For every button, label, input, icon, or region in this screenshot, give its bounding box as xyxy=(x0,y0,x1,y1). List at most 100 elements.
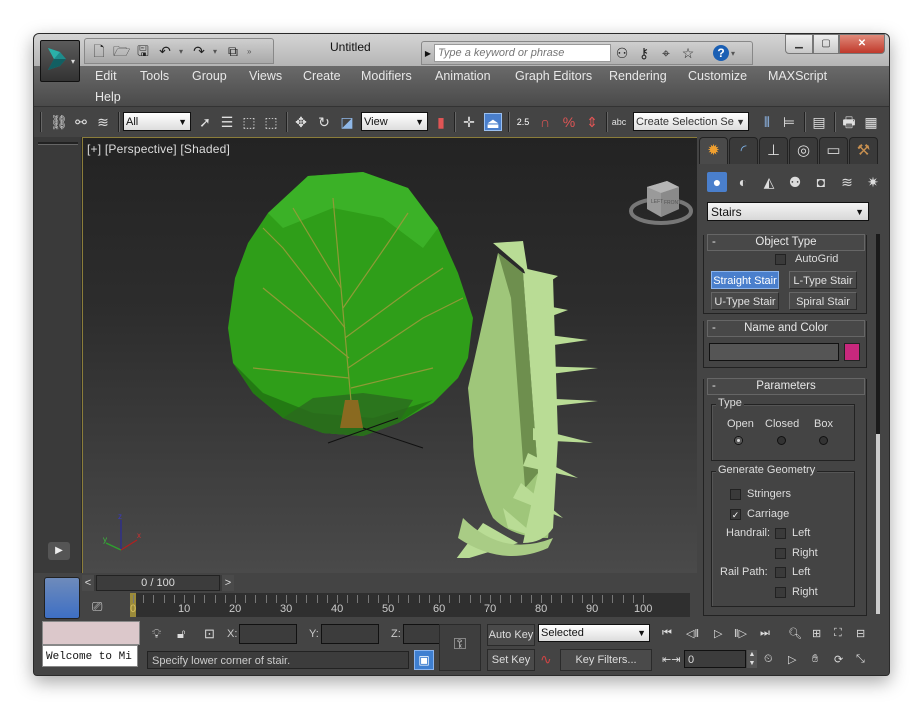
object-color-swatch[interactable] xyxy=(844,343,860,361)
name-and-color-header[interactable]: - Name and Color xyxy=(707,320,865,337)
spinner-snap-icon[interactable]: ⇕ xyxy=(583,113,601,131)
menu-help[interactable]: Help xyxy=(95,90,121,104)
key-filters-button[interactable]: Key Filters... xyxy=(560,649,652,671)
set-key-big-button[interactable]: ⚿ xyxy=(439,624,481,671)
layer-manager-icon[interactable]: ▤ xyxy=(810,113,828,131)
absolute-mode-icon[interactable]: ⊡ xyxy=(204,626,215,642)
straight-stair-button[interactable]: Straight Stair xyxy=(711,271,779,289)
align-icon[interactable]: ⊨ xyxy=(780,113,798,131)
help-icon[interactable]: ? xyxy=(713,45,729,61)
lights-icon[interactable]: ◭ xyxy=(759,172,779,192)
spiral-stair-object[interactable] xyxy=(443,238,643,558)
viewcube-front-face[interactable]: FRONT xyxy=(664,200,681,206)
isolate-bulb-icon[interactable]: 💡︎ xyxy=(152,626,161,642)
zoom-extents-all-icon[interactable]: ⊟ xyxy=(856,627,865,640)
rotate-icon[interactable]: ↻ xyxy=(315,113,333,131)
play-icon[interactable]: ▷ xyxy=(714,627,722,640)
orbit-icon[interactable]: ⟳ xyxy=(834,653,843,666)
hierarchy-tab[interactable]: ⊥ xyxy=(759,137,788,164)
handrail-left-checkbox[interactable] xyxy=(775,528,786,539)
menu-graph-editors[interactable]: Graph Editors xyxy=(515,69,592,83)
menu-tools[interactable]: Tools xyxy=(140,69,169,83)
selection-filter-dropdown[interactable]: All ▼ xyxy=(123,112,191,131)
key-mode-toggle-icon[interactable]: ⇤⇥ xyxy=(662,653,680,666)
snaps-toggle-icon[interactable]: 2.5 xyxy=(514,113,532,131)
new-file-icon[interactable]: 🗋 xyxy=(91,43,107,59)
scrollbar-thumb[interactable] xyxy=(876,434,880,614)
select-by-name-icon[interactable]: ☰ xyxy=(218,113,236,131)
default-tangent-icon[interactable]: ∿ xyxy=(540,651,552,668)
maxscript-listener-input[interactable]: Welcome to Mi xyxy=(42,645,138,667)
current-frame-field[interactable]: 0 xyxy=(684,650,746,668)
display-tab[interactable]: ▭ xyxy=(819,137,848,164)
viewcube-left-face[interactable]: LEFT xyxy=(651,199,663,205)
search-expand-icon[interactable]: ▶ xyxy=(422,49,434,58)
handrail-right-checkbox[interactable] xyxy=(775,548,786,559)
search-input[interactable] xyxy=(434,44,611,62)
viewcube[interactable]: LEFT FRONT xyxy=(629,173,693,229)
material-editor-icon[interactable]: ▦ xyxy=(862,113,880,131)
pan-view-icon[interactable]: ✋︎ xyxy=(812,653,818,666)
key-mode-dropdown[interactable]: Selected ▼ xyxy=(538,624,650,642)
auto-key-button[interactable]: Auto Key xyxy=(487,624,535,646)
undo-icon[interactable]: ↶ xyxy=(157,43,173,59)
y-coord-field[interactable] xyxy=(321,624,379,644)
save-icon[interactable]: 🖫 xyxy=(135,43,151,59)
create-tab[interactable]: ✹ xyxy=(699,137,728,164)
menu-maxscript[interactable]: MAXScript xyxy=(768,69,827,83)
rect-region-icon[interactable]: ⬚ xyxy=(240,113,258,131)
go-to-end-icon[interactable]: ⏭ xyxy=(760,627,770,640)
redo-dropdown-icon[interactable]: ▾ xyxy=(213,47,219,56)
selection-mode-button[interactable]: ▣ xyxy=(414,650,434,670)
undo-dropdown-icon[interactable]: ▾ xyxy=(179,47,185,56)
menu-create[interactable]: Create xyxy=(303,69,341,83)
selection-lock-icon[interactable]: 🔓︎ xyxy=(177,626,185,642)
u-type-stair-button[interactable]: U-Type Stair xyxy=(711,292,779,310)
more-icon[interactable]: » xyxy=(247,47,253,56)
command-panel-scrollbar[interactable] xyxy=(876,234,880,614)
time-config-icon[interactable]: ⏲ xyxy=(764,653,773,666)
close-button[interactable]: ✕ xyxy=(839,34,885,54)
curve-editor-toggle-icon[interactable]: ⎚ xyxy=(92,599,102,615)
toolbar-grip[interactable] xyxy=(40,112,42,132)
angle-snap-icon[interactable]: ∩ xyxy=(536,113,554,131)
select-object-icon[interactable]: ➚ xyxy=(196,113,214,131)
reference-coord-dropdown[interactable]: View ▼ xyxy=(361,112,428,131)
space-warps-icon[interactable]: ≋ xyxy=(837,172,857,192)
field-of-view-icon[interactable]: ▷ xyxy=(788,653,796,666)
move-icon[interactable]: ✥ xyxy=(292,113,310,131)
star-icon[interactable]: ☆ xyxy=(677,45,699,62)
menu-rendering[interactable]: Rendering xyxy=(609,69,667,83)
expand-panel-button[interactable]: ▶ xyxy=(48,542,70,560)
viewport-pov-menu[interactable]: [Perspective] xyxy=(105,142,177,156)
maximize-button[interactable]: ▢ xyxy=(813,34,839,54)
bind-space-warp-icon[interactable]: ≋ xyxy=(94,113,112,131)
object-name-input[interactable] xyxy=(709,343,839,361)
key-icon[interactable]: ⚷ xyxy=(633,45,655,62)
zoom-extents-icon[interactable]: ⛶ xyxy=(834,627,842,640)
maxscript-listener-output[interactable] xyxy=(42,621,140,645)
frame-spinner[interactable]: ▲ ▼ xyxy=(747,650,757,668)
modify-tab[interactable]: ◜ xyxy=(729,137,758,164)
cameras-icon[interactable]: ⚉ xyxy=(785,172,805,192)
previous-frame-icon[interactable]: ◁‖ xyxy=(686,627,699,640)
railpath-left-checkbox[interactable] xyxy=(775,567,786,578)
pivot-icon[interactable]: ▮ xyxy=(432,113,450,131)
maximize-viewport-icon[interactable]: ⤡ xyxy=(856,653,865,666)
systems-icon[interactable]: ✷ xyxy=(863,172,883,192)
application-menu-button[interactable]: ▾ xyxy=(40,40,80,82)
menu-modifiers[interactable]: Modifiers xyxy=(361,69,412,83)
panel-grip[interactable] xyxy=(38,142,78,145)
type-closed-radio[interactable] xyxy=(777,436,786,445)
zoom-icon[interactable]: 🔍︎ xyxy=(788,627,802,640)
zoom-all-icon[interactable]: ⊞ xyxy=(812,627,821,640)
render-setup-icon[interactable]: 🖶 xyxy=(840,113,858,131)
geometry-icon[interactable]: ● xyxy=(707,172,727,192)
z-coord-field[interactable] xyxy=(403,624,441,644)
utilities-tab[interactable]: ⚒ xyxy=(849,137,878,164)
time-slider-next[interactable]: > xyxy=(222,575,234,591)
time-slider-prev[interactable]: < xyxy=(82,575,94,591)
type-open-radio[interactable] xyxy=(734,436,743,445)
minimize-button[interactable]: ▁ xyxy=(785,34,813,54)
menu-group[interactable]: Group xyxy=(192,69,227,83)
